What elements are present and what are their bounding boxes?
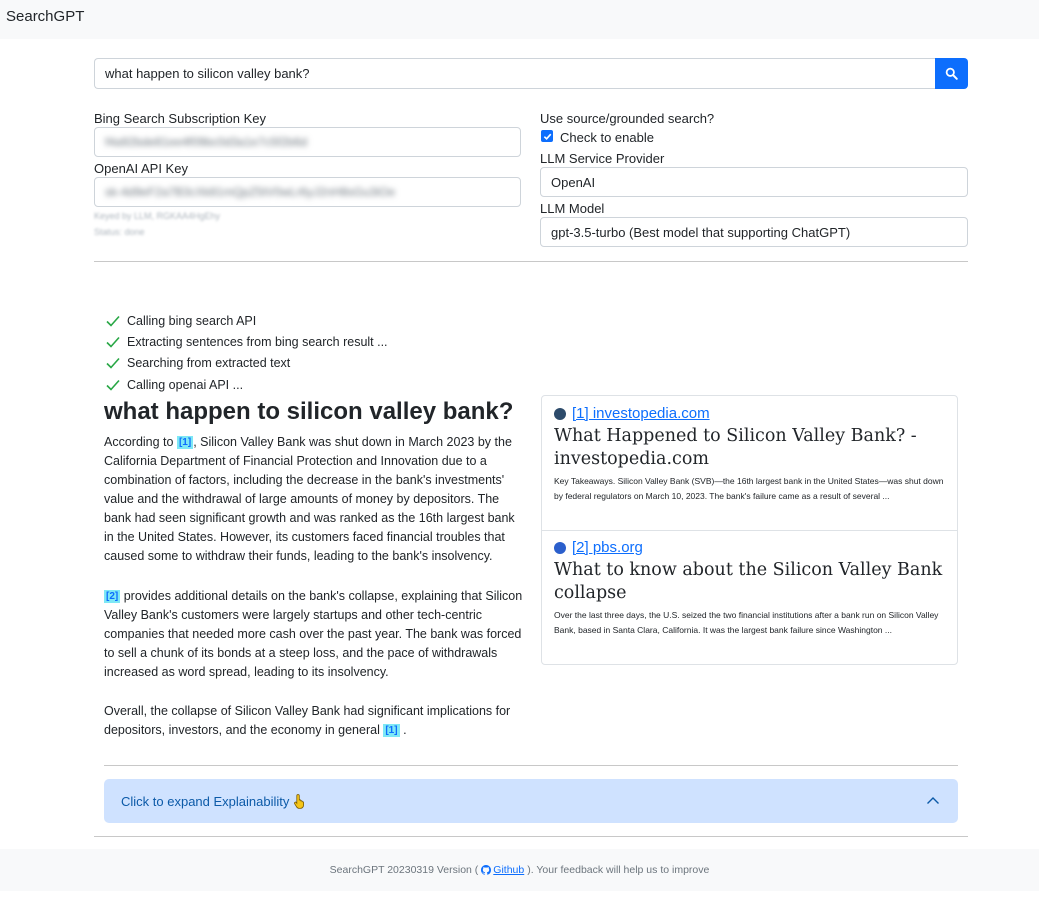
answer-text: According to [104,435,174,449]
source-link-text[interactable]: [1] investopedia.com [572,405,710,422]
source-title: What to know about the Silicon Valley Ba… [554,560,943,603]
answer-paragraph-2: [2] provides additional details on the b… [104,587,526,682]
progress-item: Extracting sentences from bing search re… [105,334,388,350]
source-link[interactable]: [2] pbs.org [554,539,949,556]
progress-item: Calling bing search API [105,313,256,329]
provider-value: OpenAI [551,174,596,190]
source-link-text[interactable]: [2] pbs.org [572,539,643,556]
bing-key-value: f4a92bde81ee4f09bc0d3a1e7c5f2b6d [105,135,308,149]
model-value: gpt-3.5-turbo (Best model that supportin… [551,224,851,240]
progress-item: Searching from extracted text [105,355,290,371]
footer-version: SearchGPT 20230319 Version ( [329,864,479,876]
source-link[interactable]: [1] investopedia.com [554,405,949,422]
explainability-label[interactable]: Click to expand Explainability [121,794,289,809]
explainability-accordion[interactable]: Click to expand Explainability [104,779,958,823]
citation-link[interactable]: [1] [176,436,194,449]
key-hint: Keyed by LLM, RGKAA4HgEhy [94,211,221,221]
github-link[interactable]: Github [481,864,524,876]
openai-key-value: sk-4d9eF2a7B3cXk81mQpZ5tV0wLr6yJ2nH8sGu3… [105,185,396,199]
provider-select[interactable]: OpenAI [540,167,968,197]
answer-text: , Silicon Valley Bank was shut down in M… [104,435,515,563]
github-icon [481,865,492,875]
github-link-text[interactable]: Github [493,864,524,876]
source-item: [2] pbs.org What to know about the Silic… [554,539,949,638]
model-label: LLM Model [540,201,605,216]
progress-text: Extracting sentences from bing search re… [127,335,388,349]
source-item: [1] investopedia.com What Happened to Si… [554,405,949,504]
openai-key-label: OpenAI API Key [94,161,188,176]
footer-feedback: ). Your feedback will help us to improve [527,864,710,876]
source-snippet: Key Takeaways. Silicon Valley Bank (SVB)… [554,476,944,501]
favicon-icon [554,407,566,420]
answer-divider [104,765,958,766]
check-icon [106,315,120,327]
search-button[interactable] [935,58,968,89]
check-icon [106,379,120,391]
check-icon [106,336,120,348]
navbar: SearchGPT [0,0,1039,39]
check-icon [106,357,120,369]
progress-text: Searching from extracted text [127,356,291,370]
answer-paragraph-3: Overall, the collapse of Silicon Valley … [104,702,526,740]
search-bar [94,58,968,89]
grounded-checkbox[interactable] [541,130,553,142]
answer-text: . [403,723,407,737]
source-title: What Happened to Silicon Valley Bank? - … [554,426,917,469]
sources-card: [1] investopedia.com What Happened to Si… [541,395,958,665]
progress-text: Calling openai API ... [127,378,244,392]
checkbox-label[interactable]: Check to enable [560,130,654,145]
citation-link[interactable]: [1] [383,724,400,737]
key-status: Status: done [94,227,145,237]
bing-key-label: Bing Search Subscription Key [94,111,266,126]
progress-item: Calling openai API ... [105,377,243,393]
openai-key-field[interactable]: sk-4d9eF2a7B3cXk81mQpZ5tV0wLr6yJ2nH8sGu3… [94,177,521,207]
bing-key-field[interactable]: f4a92bde81ee4f09bc0d3a1e7c5f2b6d [94,127,521,157]
answer-text: Overall, the collapse of Silicon Valley … [104,704,511,737]
model-select[interactable]: gpt-3.5-turbo (Best model that supportin… [540,217,968,247]
answer-title: what happen to silicon valley bank? [104,398,514,425]
search-input[interactable] [94,58,936,89]
grounded-label: Use source/grounded search? [540,111,715,126]
answer-text: provides additional details on the bank'… [104,589,523,679]
settings-divider [94,261,968,262]
answer-paragraph-1: According to [1], Silicon Valley Bank wa… [104,433,526,566]
pointing-hand-icon [294,794,305,809]
citation-link[interactable]: [2] [104,590,121,603]
progress-text: Calling bing search API [127,314,257,328]
favicon-icon [554,541,566,554]
source-snippet: Over the last three days, the U.S. seize… [554,610,939,635]
check-icon [543,133,551,140]
bottom-divider [94,836,968,837]
provider-label: LLM Service Provider [540,151,665,166]
footer: SearchGPT 20230319 Version ( Github ). Y… [0,849,1039,891]
source-divider [542,530,957,531]
chevron-up-icon[interactable] [926,794,940,808]
search-icon [945,67,958,80]
app-title[interactable]: SearchGPT [6,8,84,25]
